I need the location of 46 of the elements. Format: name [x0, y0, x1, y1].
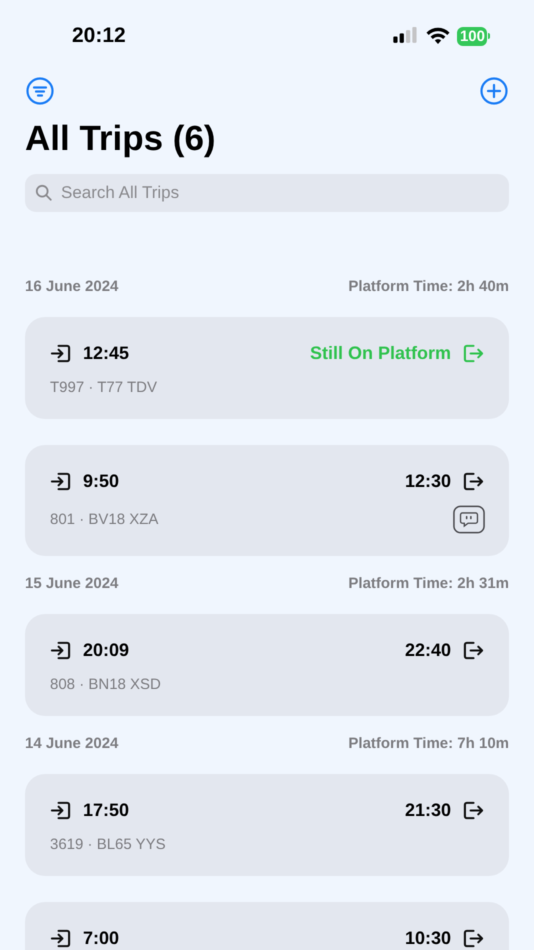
- note-icon[interactable]: [453, 505, 485, 534]
- trip-card[interactable]: 9:50 12:30 801 · BV18 XZA: [25, 445, 509, 556]
- exit-time: 12:30: [404, 470, 451, 492]
- entry-time: 7:00: [83, 928, 120, 948]
- trip-details: 3619 · BL65 YYS: [50, 836, 166, 852]
- platform-time: Platform Time: 7h 10m: [348, 735, 509, 754]
- section-date: 16 June 2024: [25, 278, 118, 297]
- entry-time: 17:50: [83, 800, 130, 820]
- filter-button[interactable]: [25, 76, 55, 106]
- entry-time: 12:45: [83, 342, 130, 364]
- battery-icon: 100: [456, 26, 487, 46]
- trip-card[interactable]: 20:09 22:40 808 · BN18 XSD: [25, 614, 509, 716]
- platform-time: Platform Time: 2h 40m: [348, 278, 509, 297]
- signal-icon: [392, 26, 419, 46]
- trip-card[interactable]: 17:50 21:30 3619 · BL65 YYS: [25, 774, 509, 876]
- trip-details: 801 · BV18 XZA: [50, 511, 158, 528]
- status-time: 20:12: [72, 24, 126, 48]
- platform-time: Platform Time: 2h 31m: [348, 575, 509, 594]
- status-label: Still On Platform: [310, 342, 451, 364]
- exit-icon: [463, 470, 484, 492]
- add-icon: [480, 77, 508, 105]
- filter-icon: [26, 77, 54, 105]
- entry-time: 9:50: [83, 470, 120, 492]
- add-button[interactable]: [479, 76, 509, 106]
- trip-details: 808 · BN18 XSD: [50, 676, 161, 692]
- trip-card[interactable]: 12:45 Still On Platform T997 · T77 TDV: [25, 317, 509, 419]
- trip-details: T997 · T77 TDV: [50, 378, 157, 396]
- enter-icon: [50, 342, 71, 364]
- enter-icon: [50, 800, 71, 820]
- trip-card[interactable]: 7:00 10:30: [25, 902, 509, 950]
- exit-icon: [463, 342, 484, 364]
- exit-time: 10:30: [404, 928, 451, 948]
- wifi-icon: [426, 27, 450, 45]
- enter-icon: [50, 928, 71, 948]
- search-field[interactable]: Search All Trips: [25, 174, 509, 212]
- exit-time: 22:40: [404, 640, 451, 660]
- exit-icon: [463, 800, 484, 820]
- page-title: All Trips (6): [25, 118, 217, 160]
- enter-icon: [50, 640, 71, 660]
- entry-time: 20:09: [83, 640, 130, 660]
- exit-time: 21:30: [404, 800, 451, 820]
- exit-icon: [463, 640, 484, 660]
- enter-icon: [50, 470, 71, 492]
- section-date: 14 June 2024: [25, 735, 118, 754]
- exit-icon: [463, 928, 484, 948]
- section-date: 15 June 2024: [25, 575, 118, 594]
